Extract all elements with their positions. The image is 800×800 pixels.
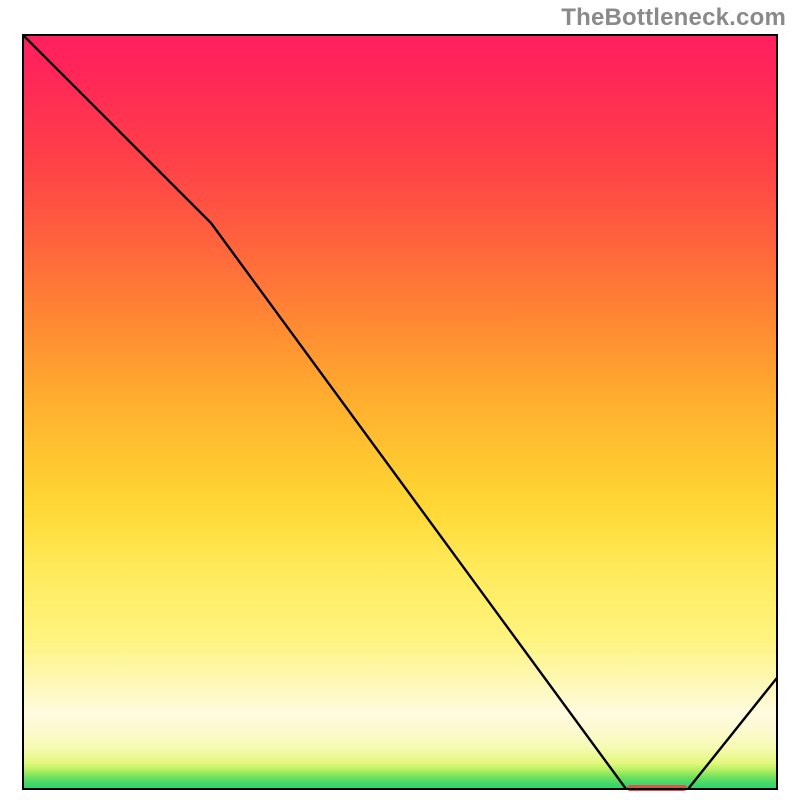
watermark-text: TheBottleneck.com: [561, 4, 786, 32]
chart-area: [22, 34, 778, 790]
chart-frame: [22, 34, 778, 790]
